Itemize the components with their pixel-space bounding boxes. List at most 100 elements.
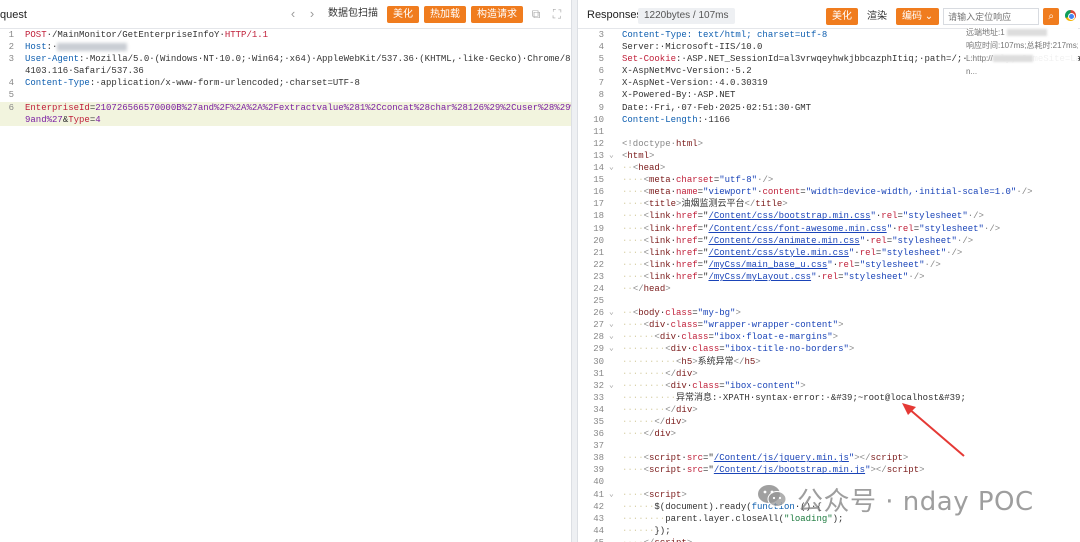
request-toolbar-actions: ‹ › 数据包扫描 美化 热加载 构造请求 ⧉ ⛶ bbox=[286, 5, 565, 23]
copy-icon[interactable]: ⧉ bbox=[528, 5, 544, 23]
line-content: ··········异常消息:·XPATH·syntax·error:·&#39… bbox=[622, 392, 966, 404]
code-token: link bbox=[649, 223, 671, 234]
line-number: 28 bbox=[593, 332, 604, 343]
code-token: head bbox=[643, 283, 666, 294]
line-content: X-AspNet-Version:·4.0.30319 bbox=[622, 77, 768, 89]
construct-request-button[interactable]: 构造请求 bbox=[471, 5, 523, 23]
fold-toggle-icon[interactable]: ⌄ bbox=[609, 162, 614, 174]
code-token: =" bbox=[697, 223, 709, 234]
line-content: ····<meta·charset="utf-8"·/> bbox=[622, 174, 773, 186]
response-code-line: 32 ⌄ ········<div·class="ibox-content"> bbox=[578, 380, 1080, 392]
code-token: > bbox=[692, 404, 698, 415]
code-token: =" bbox=[697, 235, 709, 246]
code-token: ·/> bbox=[924, 259, 941, 270]
response-code-line: 12 <!doctype·html> bbox=[578, 138, 1080, 150]
code-token: 9and%27 bbox=[25, 114, 63, 125]
request-editor[interactable]: 1 POST·/MainMonitor/GetEnterpriseInfoY·HT… bbox=[0, 29, 571, 126]
fold-toggle-icon[interactable]: ⌄ bbox=[609, 489, 614, 501]
code-token: =" bbox=[697, 211, 709, 222]
line-number: 11 bbox=[593, 126, 604, 137]
code-token: class bbox=[681, 332, 709, 343]
code-token: 系统异常 bbox=[697, 356, 734, 367]
response-code-line: 7 X-AspNet-Version:·4.0.30319 bbox=[578, 77, 1080, 89]
beautify-request-button[interactable]: 美化 bbox=[387, 5, 419, 23]
response-code-line: 30 ··········<h5>系统异常</h5> bbox=[578, 356, 1080, 368]
search-icon[interactable]: ⌕ bbox=[1043, 8, 1060, 25]
code-token: :·application/x-www-form-urlencoded;·cha… bbox=[89, 78, 360, 89]
code-token: src bbox=[686, 465, 704, 476]
line-number: 5 bbox=[8, 90, 14, 101]
line-number: 40 bbox=[593, 477, 604, 488]
response-search-input[interactable] bbox=[943, 8, 1040, 25]
fold-toggle-icon[interactable]: ⌄ bbox=[609, 319, 614, 331]
chrome-browser-icon[interactable] bbox=[1065, 10, 1076, 21]
code-token: /myCss/main_base_u.css bbox=[708, 259, 828, 270]
prev-arrow-icon[interactable]: ‹ bbox=[286, 5, 300, 23]
code-token: </ bbox=[632, 283, 644, 294]
line-number: 41 bbox=[593, 489, 604, 500]
fold-toggle-icon[interactable]: ⌄ bbox=[609, 380, 614, 392]
code-token: :·1166 bbox=[697, 114, 731, 125]
render-button[interactable]: 渲染 bbox=[862, 8, 892, 25]
encoding-dropdown[interactable]: 编码 ⌄ bbox=[896, 8, 940, 25]
code-token: > bbox=[681, 489, 687, 500]
fold-toggle-icon[interactable]: ⌄ bbox=[609, 331, 614, 343]
code-token: ·········· bbox=[622, 356, 677, 367]
line-content: 9and%27&Type=4 bbox=[25, 114, 101, 126]
code-token: 4 bbox=[95, 114, 101, 125]
code-token: Content-Type: text/html; charset=utf-8 bbox=[622, 30, 828, 40]
beautify-response-button[interactable]: 美化 bbox=[826, 8, 858, 25]
code-token: > bbox=[670, 429, 677, 440]
line-content: ····<meta·name="viewport"·content="width… bbox=[622, 186, 1033, 198]
code-token: 油烟监测云平台 bbox=[681, 199, 745, 210]
code-token: </ bbox=[733, 356, 745, 367]
fold-toggle-icon[interactable]: ⌄ bbox=[609, 343, 614, 355]
response-code-line: 23 ····<link·href="/myCss/myLayout.css"·r… bbox=[578, 271, 1080, 283]
code-token: "utf-8" bbox=[719, 175, 758, 186]
line-number: 38 bbox=[593, 453, 604, 464]
code-token: "ibox-title·no-borders" bbox=[724, 344, 849, 355]
capture-scan-button[interactable]: 数据包扫描 bbox=[324, 5, 382, 23]
code-token: ·/> bbox=[956, 235, 974, 246]
code-token: "stylesheet" bbox=[919, 223, 984, 234]
line-content: <html> bbox=[622, 150, 654, 162]
code-token: href bbox=[676, 211, 698, 222]
response-editor[interactable]: 3 Content-Type: text/html; charset=utf-8 4… bbox=[578, 29, 1080, 542]
code-token: ></ bbox=[854, 453, 871, 464]
code-token: > bbox=[782, 199, 788, 210]
code-token: /Content/css/font-awesome.min.css bbox=[708, 223, 887, 234]
fold-toggle-icon[interactable]: ⌄ bbox=[609, 307, 614, 319]
line-content: ····<script·src="/Content/js/bootstrap.m… bbox=[622, 464, 925, 476]
code-token: "wrapper·wrapper-content" bbox=[703, 320, 839, 331]
code-token: > bbox=[800, 380, 806, 391]
code-token: rel bbox=[881, 211, 898, 222]
code-token: > bbox=[665, 283, 671, 294]
line-content: ····<link·href="/myCss/myLayout.css"·rel… bbox=[622, 271, 925, 283]
code-token: ········ bbox=[622, 404, 666, 415]
code-token: ···· bbox=[622, 199, 644, 210]
line-number: 15 bbox=[593, 175, 604, 186]
line-content: Date:·Fri,·07·Feb·2025·02:51:30·GMT bbox=[622, 102, 811, 114]
line-content: ····<script> bbox=[622, 489, 687, 501]
code-token: "stylesheet" bbox=[859, 259, 925, 270]
response-code-line: 10 Content-Length:·1166 bbox=[578, 114, 1080, 126]
code-token: <!doctype· bbox=[622, 138, 677, 149]
code-token: X-Powered-By:·ASP.NET bbox=[622, 90, 736, 101]
code-token: > bbox=[848, 344, 855, 355]
pane-divider-handle[interactable] bbox=[571, 0, 578, 542]
fullscreen-icon[interactable]: ⛶ bbox=[549, 5, 565, 23]
code-token: ·/> bbox=[967, 211, 984, 222]
response-code-line: 26 ⌄ ··<body·class="my-bg"> bbox=[578, 307, 1080, 319]
response-code-line: 11 bbox=[578, 126, 1080, 138]
response-code-line: 17 ····<title>油烟监测云平台</title> bbox=[578, 198, 1080, 210]
code-token: </ bbox=[654, 417, 666, 427]
line-number: 37 bbox=[593, 441, 604, 452]
code-token: rel bbox=[897, 223, 914, 234]
next-arrow-icon[interactable]: › bbox=[305, 5, 319, 23]
hotload-button[interactable]: 热加载 bbox=[424, 5, 466, 23]
line-number: 6 bbox=[598, 66, 604, 77]
code-token: /Content/css/bootstrap.min.css bbox=[708, 211, 871, 222]
code-token: /Content/css/animate.min.css bbox=[708, 235, 860, 246]
code-token: Set-Cookie bbox=[622, 54, 677, 65]
fold-toggle-icon[interactable]: ⌄ bbox=[609, 150, 614, 162]
